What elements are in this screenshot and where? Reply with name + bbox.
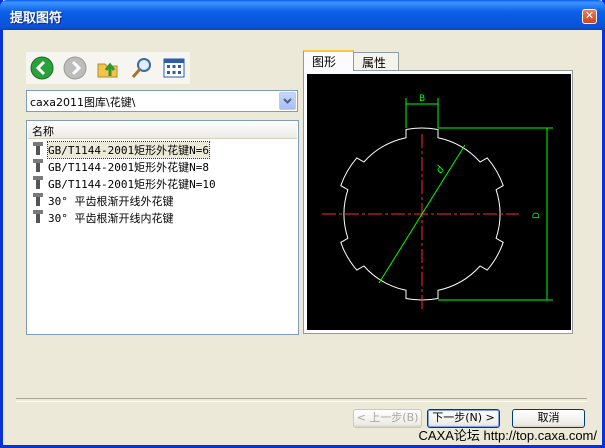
chevron-down-icon [283,98,292,104]
list-item-label: GB/T1144-2001矩形外花键N=10 [48,178,216,191]
separator [16,398,587,402]
up-folder-icon [97,62,118,78]
watermark-text: CAXA论坛 http://top.caxa.com/ [418,428,597,443]
list-item[interactable]: GB/T1144-2001矩形外花键N=8 [29,157,298,174]
window-title: 提取图符 [10,11,63,26]
dim-b-label: B [419,94,425,104]
dim-d-label: d [434,164,447,176]
path-combobox[interactable]: caxa2011图库\花键\ [26,90,298,112]
bolt-icon [33,159,43,172]
bolt-icon [33,193,43,206]
next-button-label: 下一步(N) > [432,411,495,424]
close-button[interactable]: ✕ [582,9,597,24]
tab-graphic[interactable]: 图形 [303,50,354,71]
back-button[interactable] [30,56,54,80]
close-icon: ✕ [584,9,595,22]
view-icon [163,58,185,78]
prev-button-label: < 上一步(B) [356,411,419,424]
path-combobox-value: caxa2011图库\花键\ [30,96,136,109]
up-folder-button[interactable] [96,56,120,80]
view-button[interactable] [162,56,186,80]
list-item[interactable]: GB/T1144-2001矩形外花键N=10 [29,174,298,191]
list-column-header[interactable]: 名称 [28,122,297,139]
prev-button[interactable]: < 上一步(B) [353,409,422,428]
symbol-preview: B d D [307,74,571,330]
tab-label: 图形 [312,55,337,69]
list-item[interactable]: 30° 平齿根渐开线外花键 [29,191,298,208]
list-item-label: GB/T1144-2001矩形外花键N=6 [47,141,210,159]
toolbar [26,52,190,84]
dimensions: B d D [378,94,553,301]
column-name-label: 名称 [32,125,54,138]
tab-label: 属性 [362,56,387,70]
search-icon [131,58,151,78]
dim-D-label: D [532,212,542,219]
symbol-list[interactable]: 名称 GB/T1144-2001矩形外花键N=6 GB/T1144-2001矩形… [26,120,299,335]
bolt-icon [33,142,43,155]
combobox-dropdown-button[interactable] [279,92,296,110]
list-item-label: 30° 平齿根渐开线内花键 [48,212,174,225]
back-icon [30,56,54,80]
forward-button[interactable] [63,56,87,80]
list-item[interactable]: 30° 平齿根渐开线内花键 [29,208,298,225]
list-item[interactable]: GB/T1144-2001矩形外花键N=6 [29,140,298,159]
bolt-icon [33,210,43,223]
forward-icon [63,56,87,80]
search-button[interactable] [130,56,154,80]
spline-drawing: B d D [322,94,553,312]
tab-properties[interactable]: 属性 [353,52,399,70]
cancel-button-label: 取消 [537,411,560,424]
bolt-icon [33,176,43,189]
list-item-label: 30° 平齿根渐开线外花键 [48,195,174,208]
title-bar[interactable]: 提取图符 ✕ [0,0,605,30]
list-item-label: GB/T1144-2001矩形外花键N=8 [48,161,209,174]
